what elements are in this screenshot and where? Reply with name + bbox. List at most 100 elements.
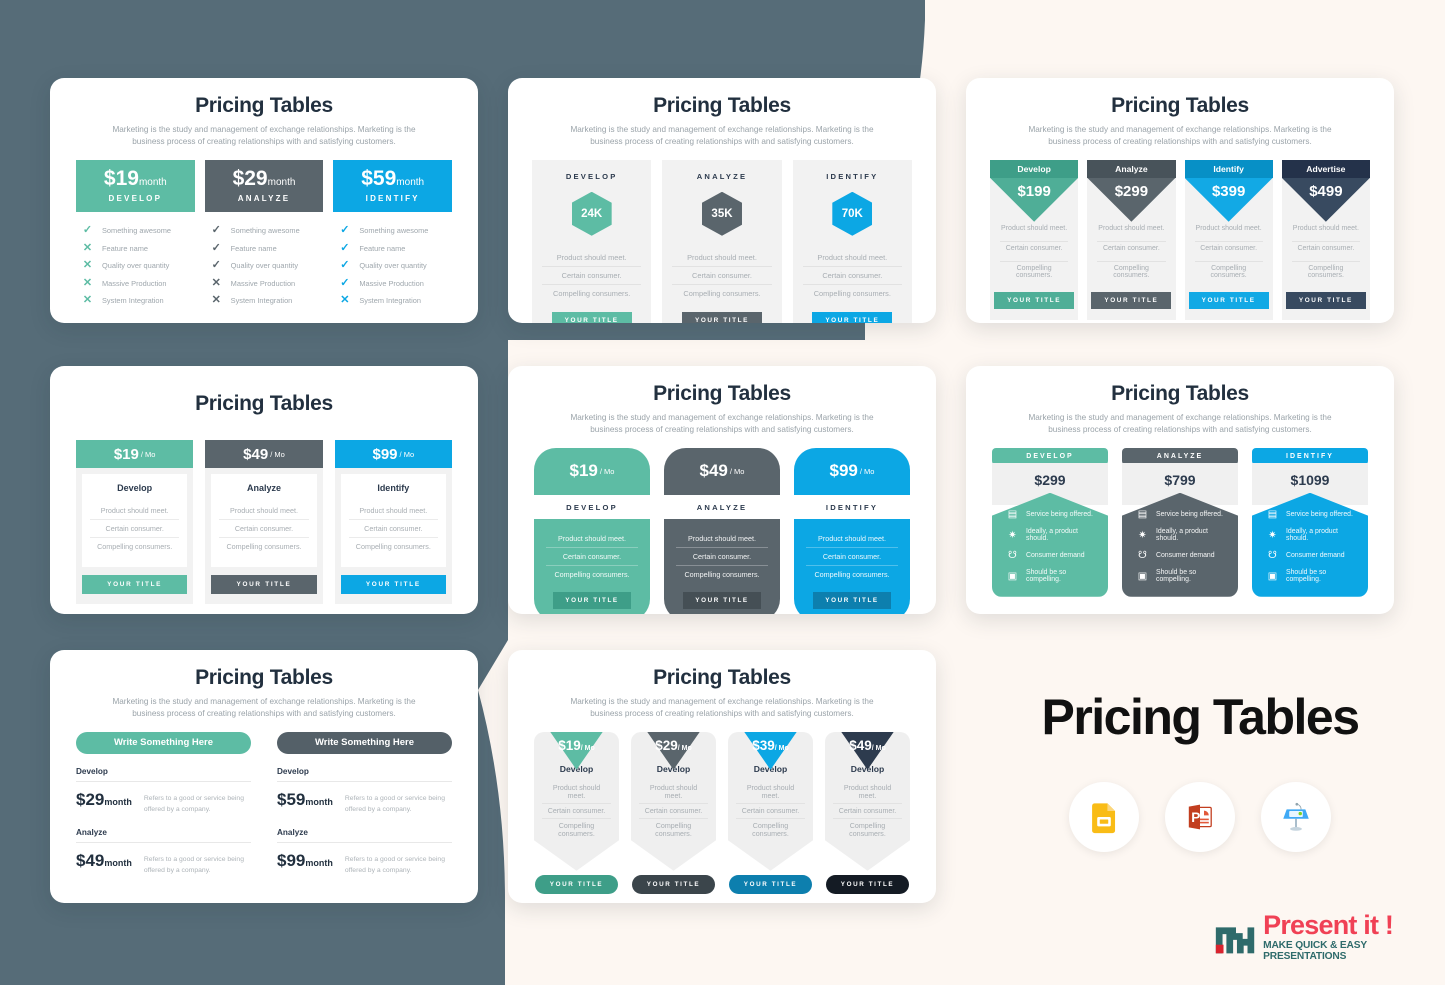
cta-button[interactable]: YOUR TITLE [1285, 291, 1366, 309]
cta-button[interactable]: YOUR TITLE [534, 874, 619, 894]
plan-price: $499 [1309, 182, 1343, 200]
column-header: Write Something Here [277, 731, 452, 754]
pricing-card-feature-compare: Pricing Tables Marketing is the study an… [50, 78, 478, 323]
cta-button[interactable]: YOUR TITLE [994, 291, 1075, 309]
feature-row: ✓ Feature name [333, 239, 452, 257]
feature-row: ✕ Massive Production [76, 274, 195, 292]
feature-line: Product should meet. [348, 502, 438, 520]
feature-line: Certain consumer. [1297, 244, 1355, 252]
server-icon: ▤ [1007, 509, 1018, 521]
feature-line: Certain consumer. [1200, 244, 1258, 252]
feature-line: Product should meet. [542, 249, 642, 267]
plan-name: IDENTIFY [826, 171, 879, 181]
feature-line: Compelling consumers. [558, 821, 595, 838]
feature-row: ☋ Consumer demand [1262, 546, 1358, 566]
cta-button[interactable]: YOUR TITLE [631, 874, 716, 894]
price-period: / Mo [729, 466, 745, 476]
feature-label: Something awesome [230, 226, 300, 236]
price-value: $299 [1034, 471, 1066, 488]
page-title: Pricing Tables [1111, 382, 1249, 405]
cta-button[interactable]: YOUR TITLE [681, 311, 762, 323]
divider [1194, 255, 1263, 262]
feature-row: ✓ Something awesome [333, 222, 452, 240]
present-it-logo: Present it ! MAKE QUICK & EASY PRESENTAT… [1212, 912, 1445, 962]
feature-line: Compelling consumers. [684, 569, 760, 579]
cta-button[interactable]: YOUR TITLE [825, 874, 910, 894]
plan-columns: $19/ MoDevelopProduct should meet.Certai… [528, 731, 916, 894]
feature-row: ✷ Ideally, a product should. [1132, 525, 1228, 546]
pricing-card-down-pennant: Pricing Tables Marketing is the study an… [508, 650, 936, 903]
price-row: $49month Refers to a good or service bein… [76, 843, 251, 876]
hexagon-badge: 24K [542, 191, 641, 236]
feature-line: Product should meet. [1098, 224, 1165, 232]
cta-button[interactable]: YOUR TITLE [82, 575, 188, 594]
cta-button[interactable]: YOUR TITLE [683, 591, 761, 609]
plan-name: Develop [76, 767, 251, 782]
feature-line: Certain consumer. [676, 548, 768, 566]
feature-line: Product should meet. [546, 530, 638, 548]
feature-label: Ideally, a product should. [1026, 528, 1078, 543]
column-header: Write Something Here [76, 731, 251, 754]
presentation-chart-icon: ▣ [1007, 570, 1018, 582]
plan-price: $19/ Mo [534, 447, 650, 495]
cta-button[interactable]: YOUR TITLE [551, 311, 632, 323]
feature-row: ▤ Service being offered. [1132, 505, 1228, 525]
check-icon: ✓ [340, 224, 350, 237]
feature-line: Certain consumer. [806, 548, 898, 566]
cta-button[interactable]: YOUR TITLE [1091, 291, 1172, 309]
logo-mark [1215, 927, 1255, 954]
price-value: $49 [849, 737, 872, 753]
price-value: $59 [277, 789, 306, 809]
feature-line: Compelling consumers. [814, 569, 890, 579]
price-value: $39 [752, 737, 775, 753]
feature-label: Service being offered. [1286, 511, 1353, 519]
cta-button[interactable]: YOUR TITLE [211, 575, 317, 594]
hand-growth-icon: ☋ [1268, 550, 1277, 562]
gear-icon: ✷ [1008, 529, 1017, 541]
feature-row: ✓ Feature name [205, 239, 324, 257]
plan-name: IDENTIFY [825, 502, 879, 512]
page-subtitle: Marketing is the study and management of… [570, 697, 874, 718]
price-period: month [396, 177, 425, 189]
pricing-card-icon-list: Pricing Tables Marketing is the study an… [966, 366, 1394, 614]
feature-row: ✕ System Integration [205, 292, 324, 310]
plan-column: $39/ MoDevelopProduct should meet.Certai… [728, 731, 813, 894]
cta-button[interactable]: YOUR TITLE [813, 591, 891, 609]
plan-body: Develop Product should meet. Certain consu… [82, 474, 188, 567]
plan-name: Analyze [1087, 159, 1176, 178]
price-value: $1099 [1290, 471, 1330, 488]
plan-columns: DEVELOP $299 ▤ Service being offered. ✷ Ideal… [986, 447, 1374, 597]
feature-line: Certain consumer. [542, 804, 611, 819]
feature-label: Massive Production [230, 278, 296, 288]
feature-columns: ✓ Something awesome ✕ Feature name ✕ Quality … [70, 212, 458, 310]
feature-line: Certain consumer. [1005, 244, 1063, 252]
server-icon: ▤ [1267, 509, 1278, 521]
feature-line: Compelling consumers. [813, 288, 891, 298]
page-title: Pricing Tables [653, 94, 791, 117]
feature-line: Product should meet. [1195, 224, 1262, 232]
price-column: Write Something Here Develop $59month Refer… [277, 731, 452, 877]
feature-line: Product should meet. [676, 530, 768, 548]
plan-columns: $19/ Mo DEVELOP Product should meet. Certai… [528, 447, 916, 614]
plan-price: $99/ Mo [794, 447, 910, 495]
hexagon-badge: 70K [803, 191, 902, 236]
check-icon: ✓ [211, 241, 221, 254]
plan-name: Analyze [277, 828, 452, 844]
feature-row: ▤ Service being offered. [1002, 505, 1098, 525]
cta-button[interactable]: YOUR TITLE [728, 874, 813, 894]
feature-label: System Integration [230, 296, 293, 306]
plan-name: Analyze [76, 828, 251, 844]
feature-label: Feature name [359, 243, 406, 253]
plan-price: $299 [1114, 182, 1149, 200]
cta-button[interactable]: YOUR TITLE [1188, 291, 1269, 309]
feature-line: Product should meet. [542, 781, 611, 804]
divider [1097, 235, 1166, 242]
feature-label: Feature name [230, 243, 277, 253]
feature-line: Certain consumer. [348, 520, 438, 538]
cta-button[interactable]: YOUR TITLE [553, 591, 631, 609]
price-pennant: $399 [1184, 177, 1273, 222]
cta-button[interactable]: YOUR TITLE [340, 575, 446, 594]
plan-price: $19/ Mo [76, 440, 194, 468]
plan-column: $49/ Mo ANALYZE Product should meet. Certai… [664, 447, 780, 614]
cta-button[interactable]: YOUR TITLE [812, 311, 893, 323]
